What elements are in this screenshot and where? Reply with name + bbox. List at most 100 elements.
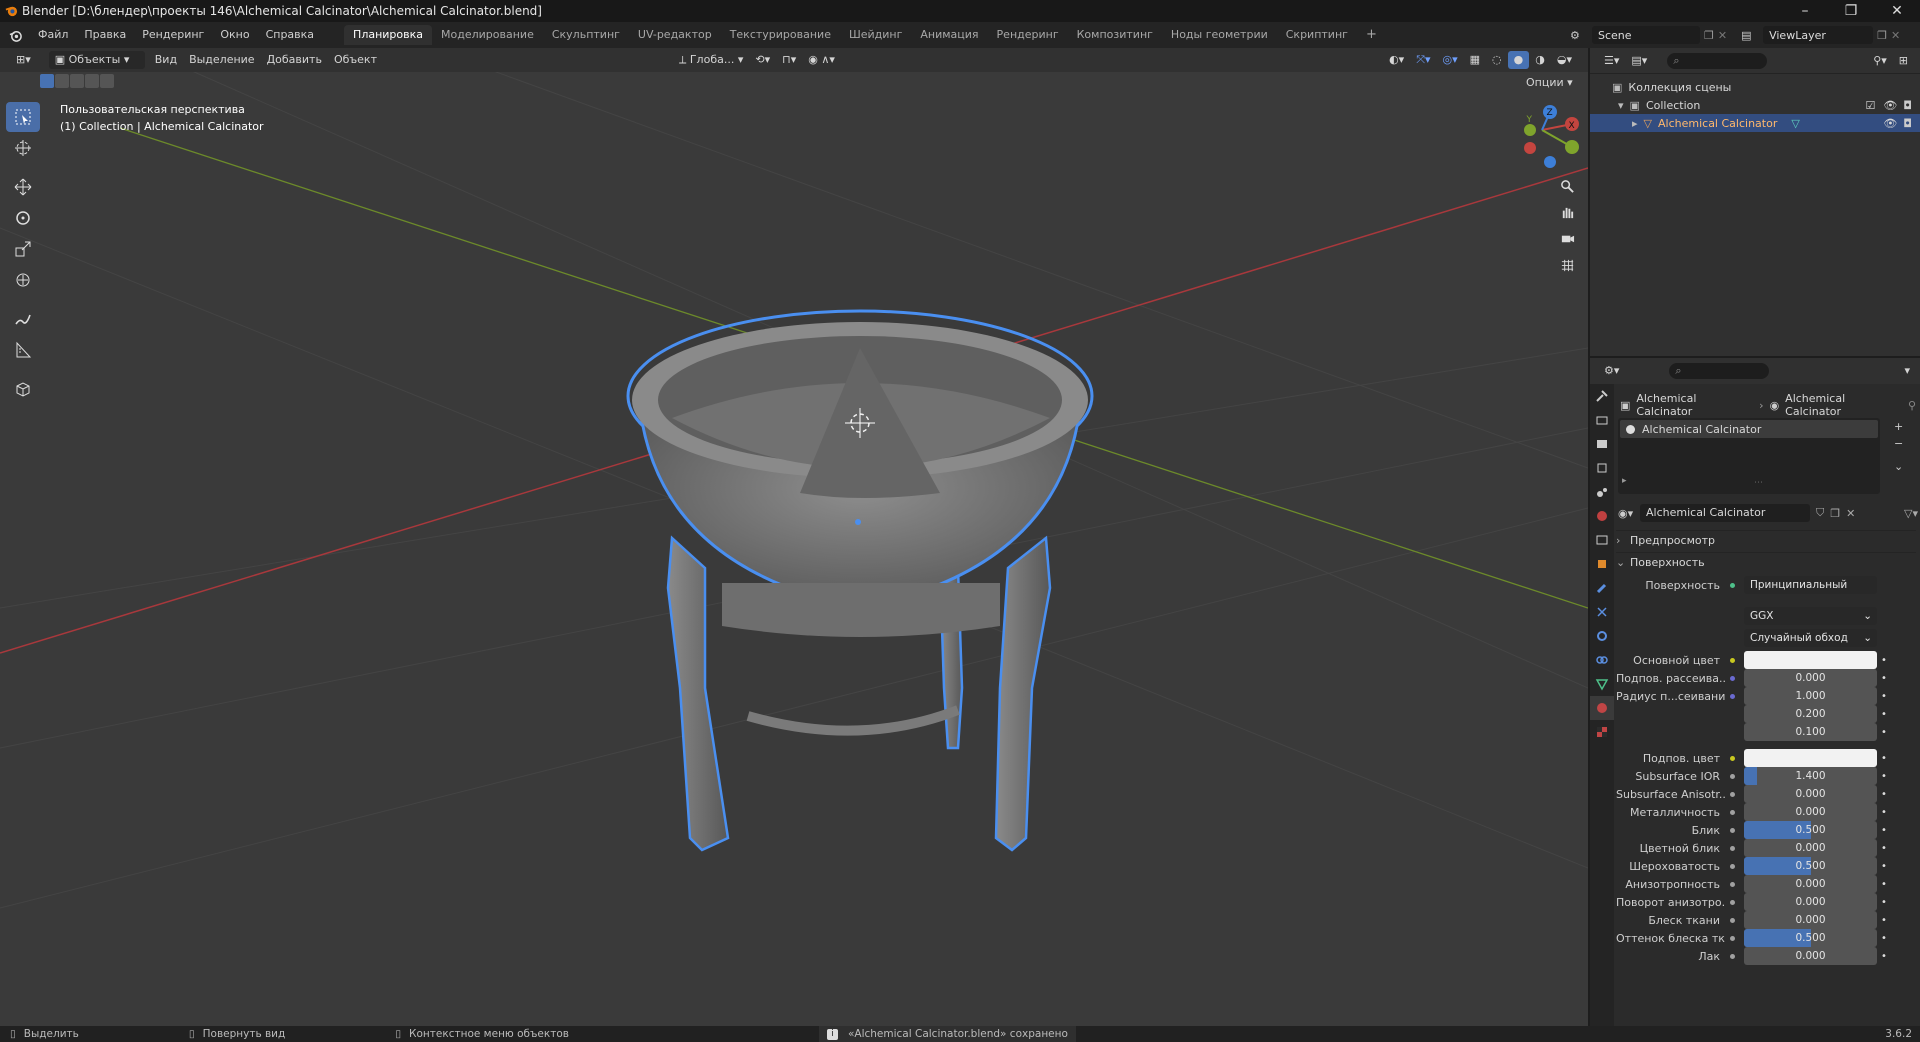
keyframe-dot-icon[interactable]: • <box>1881 727 1891 738</box>
socket-dot-icon[interactable] <box>1726 806 1738 818</box>
gizmo-toggle-icon[interactable]: ⤧▾ <box>1410 51 1436 69</box>
workspace-tab-geometry-nodes[interactable]: Ноды геометрии <box>1162 25 1277 45</box>
keyframe-dot-icon[interactable]: • <box>1881 709 1891 720</box>
keyframe-dot-icon[interactable]: • <box>1881 897 1891 908</box>
keyframe-dot-icon[interactable]: • <box>1881 753 1891 764</box>
material-tab-icon[interactable] <box>1590 696 1614 720</box>
editor-type-icon[interactable]: ⊞▾ <box>10 51 37 69</box>
value-slider[interactable]: 0.000 <box>1744 947 1877 965</box>
new-collection-icon[interactable]: ⊞ <box>1893 52 1914 70</box>
tool-tab-icon[interactable] <box>1590 384 1614 408</box>
workspace-tab-rendering[interactable]: Рендеринг <box>988 25 1068 45</box>
shading-rendered-icon[interactable]: ◒▾ <box>1551 51 1578 69</box>
socket-dot-icon[interactable] <box>1726 654 1738 666</box>
camera-icon[interactable] <box>1554 225 1580 251</box>
xray-icon[interactable]: ▦ <box>1464 51 1486 69</box>
grid-icon[interactable] <box>1554 251 1580 277</box>
alchemical-calcinator-object[interactable] <box>626 309 1094 852</box>
workspace-tab-layout[interactable]: Планировка <box>344 25 433 45</box>
workspace-tab-scripting[interactable]: Скриптинг <box>1277 25 1357 45</box>
snap-icon[interactable]: ⊓▾ <box>776 51 802 69</box>
menu-window[interactable]: Окно <box>212 22 257 48</box>
render-camera-icon[interactable]: ◘ <box>1903 99 1912 112</box>
material-slot-item[interactable]: Alchemical Calcinator <box>1620 420 1878 438</box>
properties-search-input[interactable]: ⌕ <box>1669 363 1770 379</box>
menu-edit[interactable]: Правка <box>76 22 134 48</box>
pivot-icon[interactable]: ⟲▾ <box>749 51 776 69</box>
view-layer-new-icon[interactable]: ❐ <box>1877 29 1887 42</box>
outliner-search-input[interactable]: ⌕ <box>1667 52 1768 69</box>
transform-icon[interactable] <box>6 265 40 295</box>
socket-dot-icon[interactable] <box>1726 690 1738 702</box>
outliner-row-alchemical-calcinator[interactable]: ▸ ▽ Alchemical Calcinator ▽ 👁 ◘ <box>1590 114 1920 132</box>
visibility-icon[interactable]: ◐▾ <box>1383 51 1410 69</box>
shading-material-icon[interactable]: ◑ <box>1529 51 1551 69</box>
viewport-menu-add[interactable]: Добавить <box>261 51 328 69</box>
navigation-gizmo[interactable]: X Y Z <box>1500 100 1580 174</box>
workspace-tab-sculpting[interactable]: Скульптинг <box>543 25 629 45</box>
scene-tab-icon[interactable] <box>1590 480 1614 504</box>
texture-tab-icon[interactable] <box>1590 720 1614 744</box>
collection-tab-icon[interactable] <box>1590 528 1614 552</box>
link-filter-icon[interactable]: ▽▾ <box>1904 507 1918 520</box>
socket-dot-icon[interactable] <box>1726 788 1738 800</box>
outliner-editor-type-icon[interactable]: ☰▾ <box>1598 52 1625 70</box>
keyframe-dot-icon[interactable]: • <box>1881 825 1891 836</box>
expand-arrow-icon[interactable]: ▾ <box>1618 99 1624 112</box>
shading-wireframe-icon[interactable]: ◌ <box>1486 51 1508 69</box>
socket-dot-icon[interactable] <box>1726 860 1738 872</box>
add-workspace-button[interactable]: + <box>1357 25 1386 45</box>
select-invert-icon[interactable] <box>85 74 99 88</box>
viewport-menu-select[interactable]: Выделение <box>183 51 261 69</box>
output-tab-icon[interactable] <box>1590 432 1614 456</box>
slot-specials-icon[interactable]: ⌄ <box>1894 460 1903 473</box>
socket-dot-icon[interactable] <box>1726 878 1738 890</box>
socket-dot-icon[interactable] <box>1726 752 1738 764</box>
filter-icon[interactable]: ⚲▾ <box>1867 52 1893 70</box>
view-layer-icon[interactable]: ▤ <box>1741 29 1759 42</box>
add-slot-button[interactable]: + <box>1894 420 1903 433</box>
slot-list-resize-icon[interactable]: ⋯ <box>1754 478 1763 488</box>
properties-options-icon[interactable]: ▾ <box>1898 362 1916 380</box>
eye-icon[interactable]: 👁 <box>1883 117 1897 130</box>
socket-dot-icon[interactable] <box>1726 896 1738 908</box>
keyframe-dot-icon[interactable]: • <box>1881 933 1891 944</box>
select-new-icon[interactable] <box>40 74 54 88</box>
keyframe-dot-icon[interactable]: • <box>1881 789 1891 800</box>
socket-dot-icon[interactable] <box>1726 672 1738 684</box>
scale-icon[interactable] <box>6 234 40 264</box>
material-name-field[interactable]: Alchemical Calcinator <box>1640 504 1810 522</box>
surface-panel-header[interactable]: ⌄ Поверхность <box>1616 552 1916 572</box>
shading-solid-icon[interactable]: ● <box>1507 51 1530 69</box>
preview-panel-header[interactable]: › Предпросмотр <box>1616 530 1916 550</box>
cursor-icon[interactable] <box>6 133 40 163</box>
keyframe-dot-icon[interactable]: • <box>1881 843 1891 854</box>
mesh-data-icon[interactable]: ▽ <box>1791 117 1799 130</box>
particles-tab-icon[interactable] <box>1590 600 1614 624</box>
slot-list-expand-icon[interactable]: ▸ <box>1622 476 1627 486</box>
eye-icon[interactable]: 👁 <box>1883 99 1897 112</box>
properties-editor-type-icon[interactable]: ⚙▾ <box>1598 362 1625 380</box>
socket-dot-icon[interactable] <box>1726 708 1738 720</box>
minimize-button[interactable]: – <box>1782 0 1828 22</box>
socket-dot-icon[interactable] <box>1726 950 1738 962</box>
duplicate-material-icon[interactable]: ❐ <box>1830 507 1840 520</box>
keyframe-dot-icon[interactable]: • <box>1881 807 1891 818</box>
select-box-icon[interactable] <box>6 102 40 132</box>
add-cube-icon[interactable] <box>6 374 40 404</box>
data-tab-icon[interactable] <box>1590 672 1614 696</box>
keyframe-dot-icon[interactable]: • <box>1881 673 1891 684</box>
select-extend-icon[interactable] <box>55 74 69 88</box>
hand-icon[interactable] <box>1554 199 1580 225</box>
workspace-tab-animation[interactable]: Анимация <box>911 25 987 45</box>
viewport-menu-view[interactable]: Вид <box>149 51 183 69</box>
socket-dot-icon[interactable] <box>1726 770 1738 782</box>
menu-file[interactable]: Файл <box>30 22 76 48</box>
restore-button[interactable]: ❐ <box>1828 0 1874 22</box>
material-browse-icon[interactable]: ◉▾ <box>1618 507 1640 520</box>
proportional-edit-icon[interactable]: ◉ ∧▾ <box>802 51 841 69</box>
subsurface-method-dropdown[interactable]: Случайный обход ⌄ <box>1744 629 1877 647</box>
workspace-tab-uv[interactable]: UV-редактор <box>629 25 721 45</box>
interaction-mode-dropdown[interactable]: ▣ Объекты ▾ <box>48 51 145 69</box>
outliner-row-collection[interactable]: ▾ ▣ Collection ☑ 👁 ◘ <box>1590 96 1920 114</box>
